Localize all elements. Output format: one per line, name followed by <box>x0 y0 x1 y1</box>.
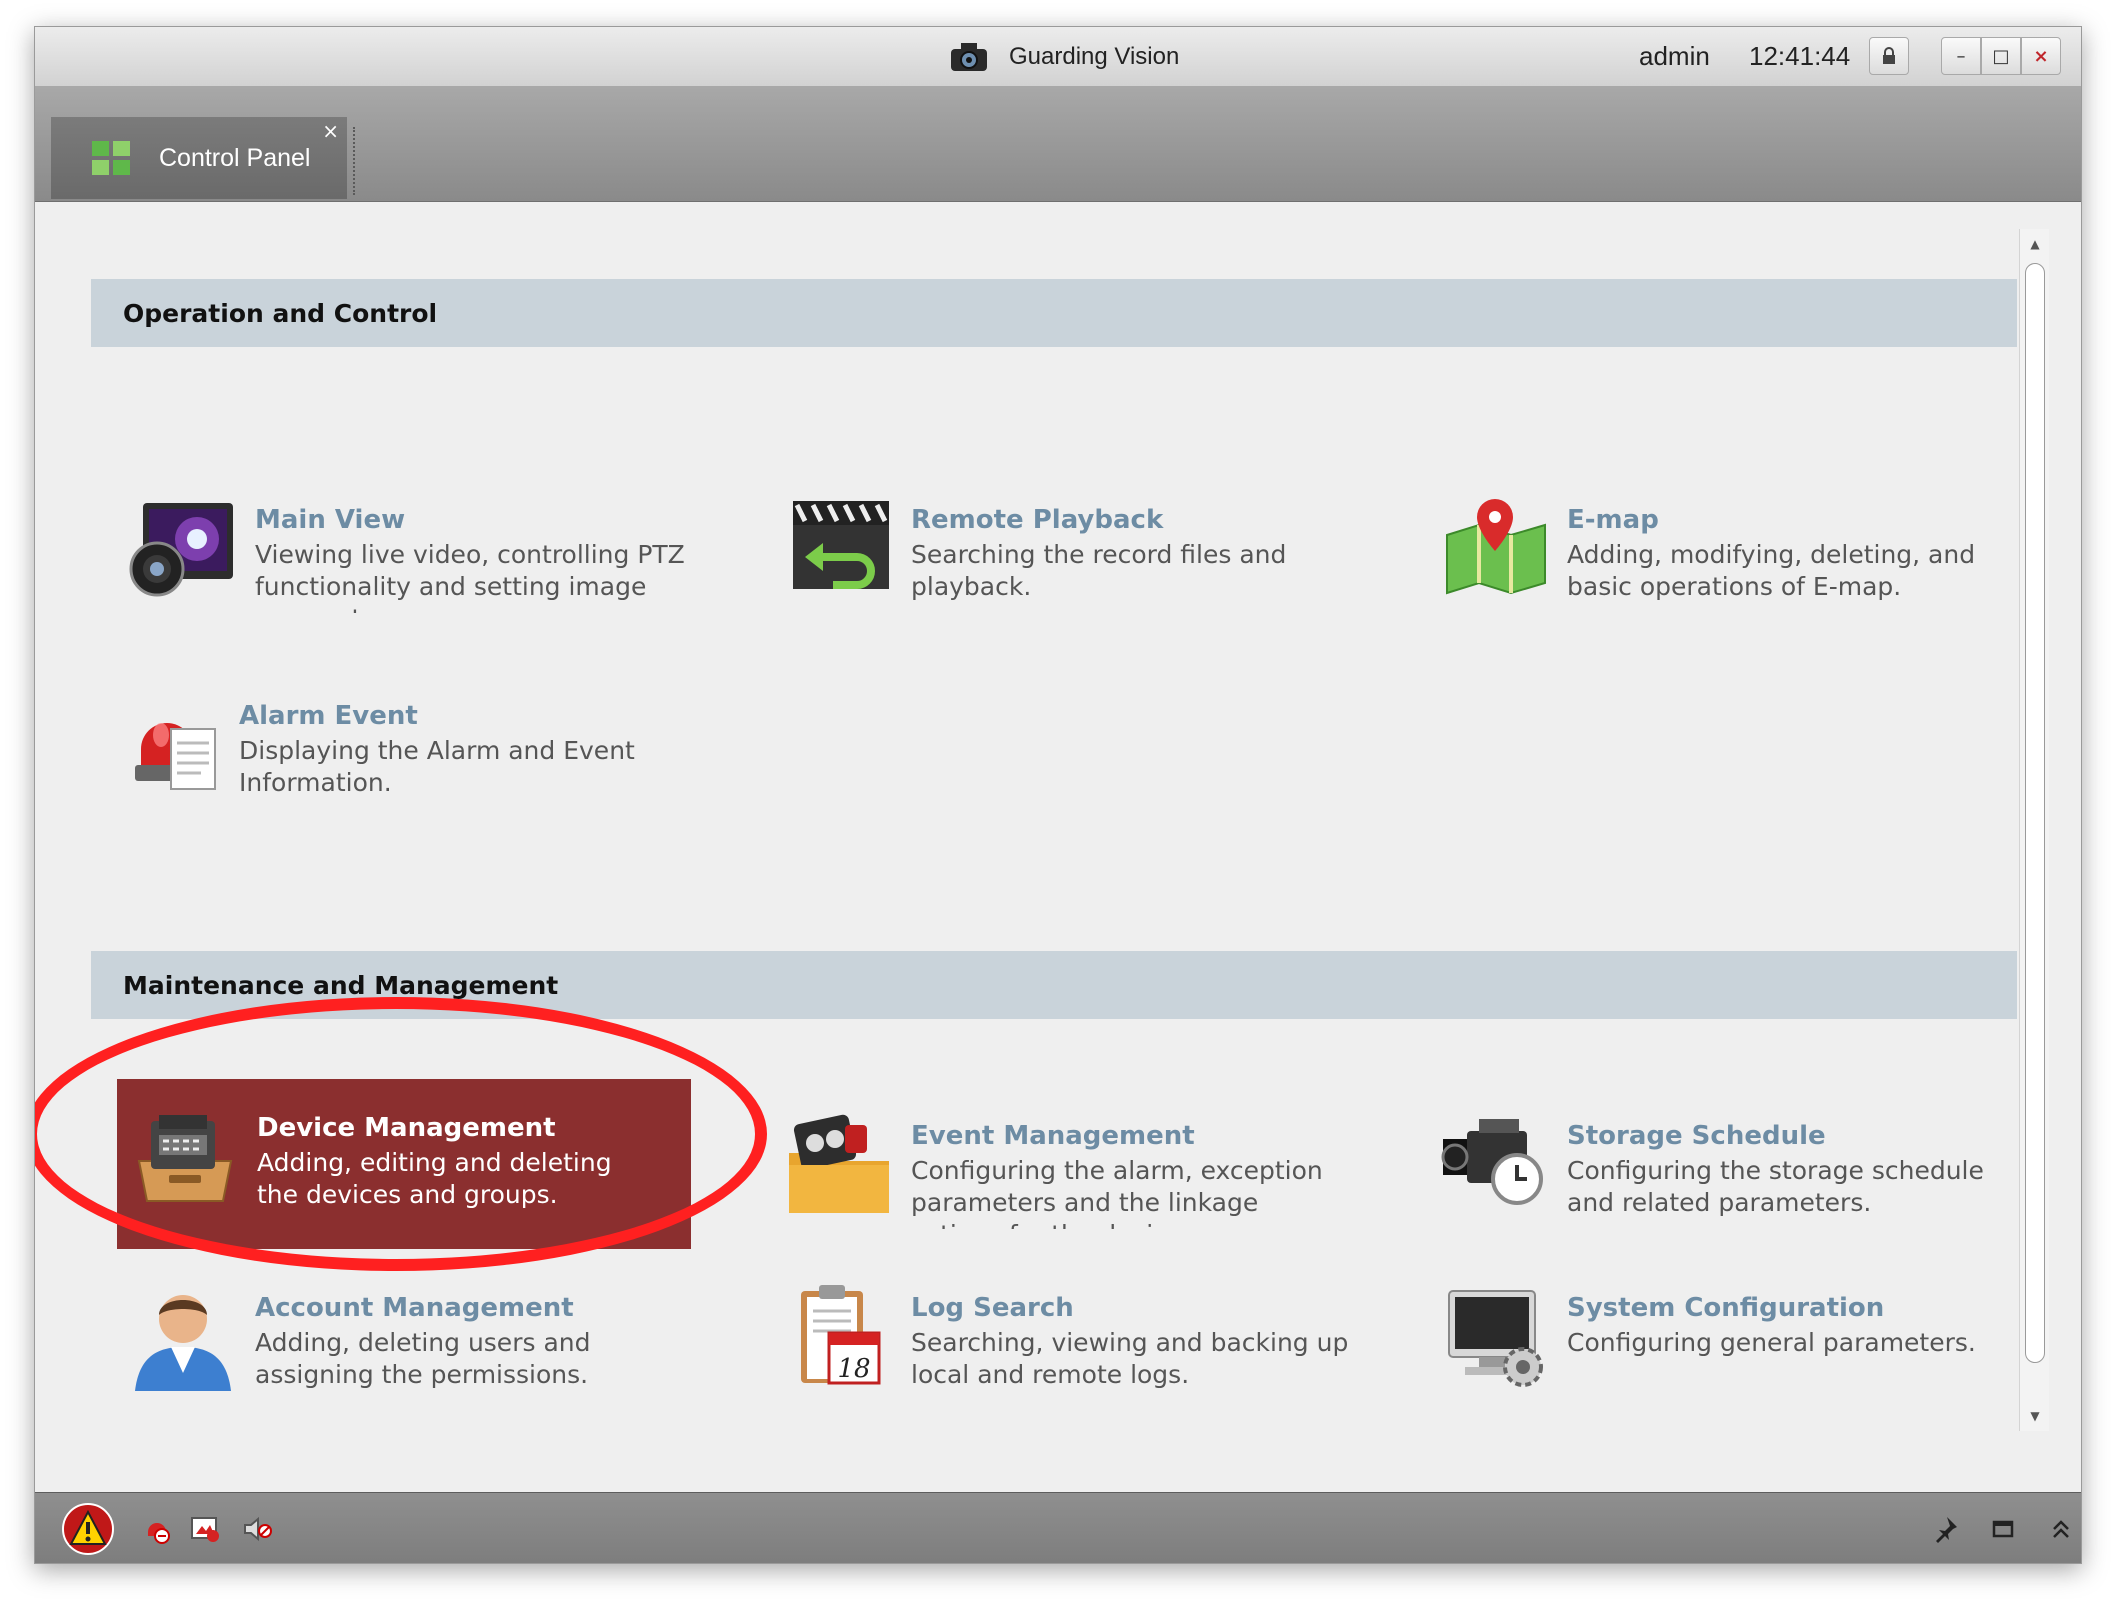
module-description: Viewing live video, controlling PTZ func… <box>255 540 685 613</box>
module-title[interactable]: Log Search <box>911 1289 1351 1327</box>
storage-schedule-icon <box>1441 1119 1543 1205</box>
module-main-view[interactable]: Main View Viewing live video, controllin… <box>127 501 695 613</box>
module-alarm-event[interactable]: Alarm Event Displaying the Alarm and Eve… <box>127 697 679 801</box>
vertical-scrollbar[interactable]: ▲ ▼ <box>2019 229 2049 1431</box>
pin-icon <box>1936 1517 1957 1543</box>
camera-logo-icon <box>951 43 987 71</box>
account-management-icon <box>135 1295 231 1391</box>
module-log-search[interactable]: 18 Log Search Searching, viewing and bac… <box>783 1285 1351 1393</box>
module-e-map[interactable]: E-map Adding, modifying, deleting, and b… <box>1439 499 2007 605</box>
module-title[interactable]: Account Management <box>255 1289 695 1327</box>
module-description: Searching the record files and playback. <box>911 540 1287 601</box>
main-view-icon <box>129 503 233 597</box>
tab-control-panel[interactable]: Control Panel × <box>51 117 347 199</box>
system-configuration-icon <box>1448 1290 1543 1387</box>
minimize-icon: – <box>1956 45 1966 67</box>
audio-status-button[interactable] <box>235 1507 279 1551</box>
module-description: Adding, editing and deleting the devices… <box>257 1148 612 1209</box>
window-mode-button[interactable] <box>1981 1507 2025 1551</box>
module-title[interactable]: Event Management <box>911 1117 1351 1155</box>
maximize-button[interactable]: □ <box>1981 37 2021 75</box>
tab-bar: Control Panel × <box>35 87 2081 202</box>
lock-icon <box>1883 47 1895 64</box>
scrollbar-thumb[interactable] <box>2025 263 2045 1363</box>
module-description: Adding, modifying, deleting, and basic o… <box>1567 540 1976 601</box>
module-title[interactable]: Storage Schedule <box>1567 1117 2007 1155</box>
module-title[interactable]: System Configuration <box>1567 1289 2007 1327</box>
module-description: Configuring general parameters. <box>1567 1328 1976 1357</box>
module-event-management[interactable]: Event Management Configuring the alarm, … <box>783 1114 1351 1229</box>
scroll-up-icon[interactable]: ▲ <box>2020 229 2050 259</box>
app-title-text: Guarding Vision <box>1009 43 1180 70</box>
clock: 12:41:44 <box>1749 41 1851 71</box>
tab-label: Control Panel <box>159 143 311 172</box>
module-description: Configuring the alarm, exception paramet… <box>911 1156 1323 1229</box>
module-description: Configuring the storage schedule and rel… <box>1567 1156 1984 1217</box>
alarm-event-icon <box>135 723 216 790</box>
module-description: Searching, viewing and backing up local … <box>911 1328 1349 1389</box>
status-bar <box>35 1492 2081 1563</box>
app-window: Guarding Vision admin 12:41:44 – □ × Con… <box>34 26 2082 1564</box>
section-header-operation: Operation and Control <box>91 279 2017 347</box>
section-header-maintenance: Maintenance and Management <box>91 951 2017 1019</box>
close-button[interactable]: × <box>2021 37 2061 75</box>
module-system-configuration[interactable]: System Configuration Configuring general… <box>1439 1289 2007 1393</box>
scroll-down-icon[interactable]: ▼ <box>2020 1401 2050 1431</box>
e-map-icon <box>1446 499 1546 595</box>
app-title: Guarding Vision <box>945 37 1179 77</box>
module-title[interactable]: Remote Playback <box>911 501 1351 539</box>
expand-button[interactable] <box>2039 1507 2081 1551</box>
tab-close-icon[interactable]: × <box>322 121 339 141</box>
remote-playback-icon <box>793 501 889 589</box>
control-panel-icon <box>92 141 130 175</box>
maximize-icon: □ <box>1992 45 2010 67</box>
log-search-icon: 18 <box>801 1285 881 1385</box>
event-alert-icon <box>191 1517 219 1542</box>
calendar-day: 18 <box>837 1354 870 1384</box>
alarm-mute-icon <box>148 1523 170 1544</box>
module-account-management[interactable]: Account Management Adding, deleting user… <box>127 1289 695 1393</box>
lock-button[interactable] <box>1869 37 1909 75</box>
event-status-button[interactable] <box>183 1507 227 1551</box>
module-description: Displaying the Alarm and Event Informati… <box>239 736 635 797</box>
device-management-icon <box>137 1115 233 1202</box>
current-user[interactable]: admin <box>1639 41 1710 72</box>
module-title[interactable]: E-map <box>1567 501 2007 539</box>
control-panel-content: Operation and Control Main View Viewing … <box>35 203 2049 1519</box>
module-storage-schedule[interactable]: Storage Schedule Configuring the storage… <box>1439 1117 2007 1221</box>
alarm-status-button[interactable] <box>61 1502 115 1556</box>
warning-icon <box>62 1503 114 1555</box>
speaker-mute-icon <box>244 1516 272 1542</box>
close-icon: × <box>2033 45 2049 67</box>
module-title[interactable]: Alarm Event <box>239 697 679 735</box>
event-management-icon <box>789 1114 889 1213</box>
module-remote-playback[interactable]: Remote Playback Searching the record fil… <box>783 501 1351 605</box>
module-device-management[interactable]: Device Management Adding, editing and de… <box>117 1079 691 1249</box>
module-description: Adding, deleting users and assigning the… <box>255 1328 591 1389</box>
module-title[interactable]: Main View <box>255 501 695 539</box>
alarm-sound-button[interactable] <box>135 1507 179 1551</box>
pin-button[interactable] <box>1923 1507 1967 1551</box>
minimize-button[interactable]: – <box>1941 37 1981 75</box>
double-chevron-up-icon <box>2053 1520 2069 1538</box>
module-title[interactable]: Device Management <box>257 1109 651 1147</box>
title-bar[interactable]: Guarding Vision admin 12:41:44 – □ × <box>35 27 2081 87</box>
tab-separator <box>353 127 355 195</box>
window-icon <box>1992 1520 2014 1538</box>
